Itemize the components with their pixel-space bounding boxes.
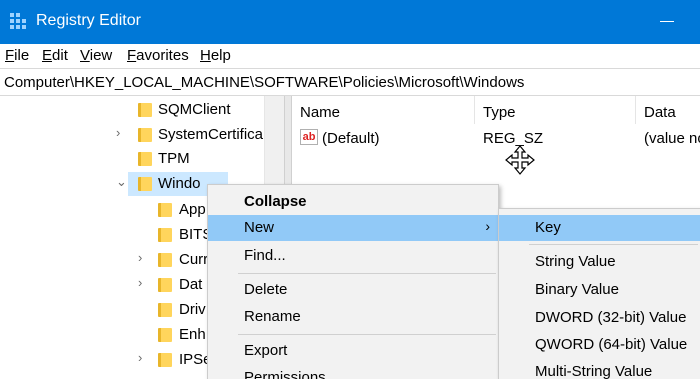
column-header-data[interactable]: Data (636, 96, 700, 124)
menu-item-new[interactable]: New › (208, 215, 498, 241)
window-title: Registry Editor (36, 12, 141, 29)
menu-separator (238, 334, 496, 335)
registry-editor-icon (10, 13, 26, 29)
folder-icon (158, 203, 172, 217)
chevron-right-icon[interactable]: › (138, 275, 150, 290)
menu-item-find[interactable]: Find... (208, 243, 498, 269)
folder-icon (138, 152, 152, 166)
menu-file[interactable]: File (5, 47, 29, 64)
submenu-item-qword-value[interactable]: QWORD (64-bit) Value (499, 332, 700, 358)
submenu-item-key[interactable]: Key (499, 215, 700, 241)
context-menu: Collapse New › Find... Delete Rename Expo… (207, 184, 499, 379)
new-submenu: Key String Value Binary Value DWORD (32-… (498, 208, 700, 379)
folder-icon (158, 253, 172, 267)
tree-item[interactable]: TPM (0, 147, 264, 171)
minimize-button[interactable] (646, 0, 692, 44)
move-cursor-icon (505, 145, 535, 175)
folder-icon (158, 353, 172, 367)
folder-icon (158, 328, 172, 342)
chevron-down-icon[interactable]: ⌄ (116, 174, 128, 190)
string-value-icon: ab (300, 129, 318, 145)
menu-edit[interactable]: Edit (42, 47, 68, 64)
folder-icon (138, 128, 152, 142)
tree-item[interactable]: SQMClient (0, 98, 264, 122)
folder-icon (158, 303, 172, 317)
column-header-name[interactable]: Name (292, 96, 475, 124)
menu-separator (238, 273, 496, 274)
column-header-type[interactable]: Type (475, 96, 636, 124)
chevron-right-icon[interactable]: › (138, 250, 150, 265)
chevron-right-icon[interactable]: › (138, 350, 150, 365)
value-data: (value no (644, 130, 700, 147)
title-bar: Registry Editor (0, 0, 700, 44)
menu-item-permissions[interactable]: Permissions (208, 365, 498, 379)
menu-bar: File Edit View Favorites Help (0, 44, 700, 68)
folder-icon (138, 103, 152, 117)
menu-favorites[interactable]: Favorites (127, 47, 189, 64)
chevron-right-icon[interactable]: › (116, 125, 128, 140)
folder-icon (158, 228, 172, 242)
submenu-item-dword-value[interactable]: DWORD (32-bit) Value (499, 305, 700, 331)
menu-item-delete[interactable]: Delete (208, 277, 498, 303)
value-row[interactable]: ab (Default) REG_SZ (value no (292, 126, 700, 150)
menu-item-export[interactable]: Export (208, 338, 498, 364)
folder-icon (138, 177, 152, 191)
submenu-arrow-icon: › (485, 218, 490, 234)
menu-help[interactable]: Help (200, 47, 231, 64)
submenu-item-binary-value[interactable]: Binary Value (499, 277, 700, 303)
folder-icon (158, 278, 172, 292)
value-name: (Default) (322, 130, 380, 147)
menu-item-collapse[interactable]: Collapse (208, 189, 498, 215)
submenu-item-multi-string-value[interactable]: Multi-String Value (499, 359, 700, 379)
tree-item[interactable]: › SystemCertifica (0, 123, 264, 147)
submenu-item-string-value[interactable]: String Value (499, 249, 700, 275)
menu-separator (529, 244, 698, 245)
address-bar[interactable]: Computer\HKEY_LOCAL_MACHINE\SOFTWARE\Pol… (0, 68, 700, 96)
menu-item-rename[interactable]: Rename (208, 304, 498, 330)
menu-view[interactable]: View (80, 47, 112, 64)
